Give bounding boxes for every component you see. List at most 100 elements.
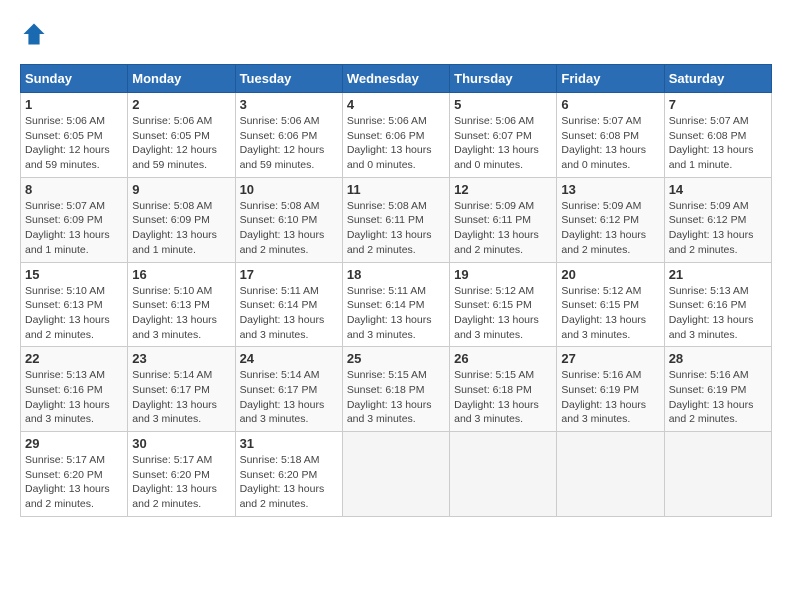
day-info: Sunrise: 5:09 AMSunset: 6:12 PMDaylight:… [669, 199, 767, 258]
table-row: 15 Sunrise: 5:10 AMSunset: 6:13 PMDaylig… [21, 262, 128, 347]
logo-icon [20, 20, 48, 48]
table-row: 19 Sunrise: 5:12 AMSunset: 6:15 PMDaylig… [450, 262, 557, 347]
table-row: 3 Sunrise: 5:06 AMSunset: 6:06 PMDayligh… [235, 93, 342, 178]
day-info: Sunrise: 5:06 AMSunset: 6:06 PMDaylight:… [347, 114, 445, 173]
day-info: Sunrise: 5:17 AMSunset: 6:20 PMDaylight:… [25, 453, 123, 512]
day-number: 12 [454, 182, 552, 197]
day-number: 26 [454, 351, 552, 366]
day-number: 7 [669, 97, 767, 112]
table-row: 16 Sunrise: 5:10 AMSunset: 6:13 PMDaylig… [128, 262, 235, 347]
day-info: Sunrise: 5:11 AMSunset: 6:14 PMDaylight:… [347, 284, 445, 343]
table-row: 14 Sunrise: 5:09 AMSunset: 6:12 PMDaylig… [664, 177, 771, 262]
day-number: 4 [347, 97, 445, 112]
table-row [450, 432, 557, 517]
day-number: 18 [347, 267, 445, 282]
day-info: Sunrise: 5:16 AMSunset: 6:19 PMDaylight:… [561, 368, 659, 427]
table-row: 8 Sunrise: 5:07 AMSunset: 6:09 PMDayligh… [21, 177, 128, 262]
table-row: 4 Sunrise: 5:06 AMSunset: 6:06 PMDayligh… [342, 93, 449, 178]
day-number: 8 [25, 182, 123, 197]
calendar-row: 8 Sunrise: 5:07 AMSunset: 6:09 PMDayligh… [21, 177, 772, 262]
table-row: 6 Sunrise: 5:07 AMSunset: 6:08 PMDayligh… [557, 93, 664, 178]
day-number: 14 [669, 182, 767, 197]
day-number: 13 [561, 182, 659, 197]
col-wednesday: Wednesday [342, 65, 449, 93]
day-number: 15 [25, 267, 123, 282]
col-sunday: Sunday [21, 65, 128, 93]
day-info: Sunrise: 5:09 AMSunset: 6:11 PMDaylight:… [454, 199, 552, 258]
day-info: Sunrise: 5:17 AMSunset: 6:20 PMDaylight:… [132, 453, 230, 512]
calendar-row: 22 Sunrise: 5:13 AMSunset: 6:16 PMDaylig… [21, 347, 772, 432]
day-info: Sunrise: 5:13 AMSunset: 6:16 PMDaylight:… [669, 284, 767, 343]
table-row: 20 Sunrise: 5:12 AMSunset: 6:15 PMDaylig… [557, 262, 664, 347]
day-info: Sunrise: 5:11 AMSunset: 6:14 PMDaylight:… [240, 284, 338, 343]
table-row: 12 Sunrise: 5:09 AMSunset: 6:11 PMDaylig… [450, 177, 557, 262]
col-tuesday: Tuesday [235, 65, 342, 93]
day-number: 29 [25, 436, 123, 451]
day-info: Sunrise: 5:08 AMSunset: 6:10 PMDaylight:… [240, 199, 338, 258]
day-number: 6 [561, 97, 659, 112]
table-row: 5 Sunrise: 5:06 AMSunset: 6:07 PMDayligh… [450, 93, 557, 178]
day-info: Sunrise: 5:06 AMSunset: 6:05 PMDaylight:… [25, 114, 123, 173]
table-row [664, 432, 771, 517]
day-info: Sunrise: 5:10 AMSunset: 6:13 PMDaylight:… [25, 284, 123, 343]
table-row: 23 Sunrise: 5:14 AMSunset: 6:17 PMDaylig… [128, 347, 235, 432]
table-row: 25 Sunrise: 5:15 AMSunset: 6:18 PMDaylig… [342, 347, 449, 432]
table-row: 29 Sunrise: 5:17 AMSunset: 6:20 PMDaylig… [21, 432, 128, 517]
calendar-header-row: Sunday Monday Tuesday Wednesday Thursday… [21, 65, 772, 93]
day-number: 28 [669, 351, 767, 366]
day-number: 3 [240, 97, 338, 112]
table-row: 9 Sunrise: 5:08 AMSunset: 6:09 PMDayligh… [128, 177, 235, 262]
day-number: 21 [669, 267, 767, 282]
col-friday: Friday [557, 65, 664, 93]
day-number: 27 [561, 351, 659, 366]
day-info: Sunrise: 5:18 AMSunset: 6:20 PMDaylight:… [240, 453, 338, 512]
day-number: 1 [25, 97, 123, 112]
day-number: 31 [240, 436, 338, 451]
table-row: 17 Sunrise: 5:11 AMSunset: 6:14 PMDaylig… [235, 262, 342, 347]
day-number: 16 [132, 267, 230, 282]
table-row: 10 Sunrise: 5:08 AMSunset: 6:10 PMDaylig… [235, 177, 342, 262]
logo [20, 20, 52, 48]
day-number: 25 [347, 351, 445, 366]
day-number: 17 [240, 267, 338, 282]
header [20, 20, 772, 48]
day-info: Sunrise: 5:07 AMSunset: 6:08 PMDaylight:… [669, 114, 767, 173]
col-thursday: Thursday [450, 65, 557, 93]
table-row: 31 Sunrise: 5:18 AMSunset: 6:20 PMDaylig… [235, 432, 342, 517]
table-row: 26 Sunrise: 5:15 AMSunset: 6:18 PMDaylig… [450, 347, 557, 432]
day-number: 24 [240, 351, 338, 366]
day-info: Sunrise: 5:07 AMSunset: 6:08 PMDaylight:… [561, 114, 659, 173]
day-number: 20 [561, 267, 659, 282]
day-number: 10 [240, 182, 338, 197]
day-number: 5 [454, 97, 552, 112]
day-number: 30 [132, 436, 230, 451]
day-info: Sunrise: 5:12 AMSunset: 6:15 PMDaylight:… [454, 284, 552, 343]
day-info: Sunrise: 5:08 AMSunset: 6:09 PMDaylight:… [132, 199, 230, 258]
calendar-row: 29 Sunrise: 5:17 AMSunset: 6:20 PMDaylig… [21, 432, 772, 517]
calendar-row: 1 Sunrise: 5:06 AMSunset: 6:05 PMDayligh… [21, 93, 772, 178]
col-monday: Monday [128, 65, 235, 93]
day-number: 22 [25, 351, 123, 366]
day-info: Sunrise: 5:12 AMSunset: 6:15 PMDaylight:… [561, 284, 659, 343]
day-number: 9 [132, 182, 230, 197]
day-number: 23 [132, 351, 230, 366]
table-row: 1 Sunrise: 5:06 AMSunset: 6:05 PMDayligh… [21, 93, 128, 178]
day-info: Sunrise: 5:14 AMSunset: 6:17 PMDaylight:… [132, 368, 230, 427]
day-info: Sunrise: 5:09 AMSunset: 6:12 PMDaylight:… [561, 199, 659, 258]
day-info: Sunrise: 5:07 AMSunset: 6:09 PMDaylight:… [25, 199, 123, 258]
day-info: Sunrise: 5:06 AMSunset: 6:05 PMDaylight:… [132, 114, 230, 173]
day-info: Sunrise: 5:15 AMSunset: 6:18 PMDaylight:… [454, 368, 552, 427]
table-row: 27 Sunrise: 5:16 AMSunset: 6:19 PMDaylig… [557, 347, 664, 432]
day-info: Sunrise: 5:06 AMSunset: 6:06 PMDaylight:… [240, 114, 338, 173]
table-row [342, 432, 449, 517]
day-number: 2 [132, 97, 230, 112]
table-row: 13 Sunrise: 5:09 AMSunset: 6:12 PMDaylig… [557, 177, 664, 262]
day-info: Sunrise: 5:16 AMSunset: 6:19 PMDaylight:… [669, 368, 767, 427]
table-row: 28 Sunrise: 5:16 AMSunset: 6:19 PMDaylig… [664, 347, 771, 432]
calendar: Sunday Monday Tuesday Wednesday Thursday… [20, 64, 772, 517]
table-row: 18 Sunrise: 5:11 AMSunset: 6:14 PMDaylig… [342, 262, 449, 347]
day-info: Sunrise: 5:13 AMSunset: 6:16 PMDaylight:… [25, 368, 123, 427]
calendar-row: 15 Sunrise: 5:10 AMSunset: 6:13 PMDaylig… [21, 262, 772, 347]
table-row: 21 Sunrise: 5:13 AMSunset: 6:16 PMDaylig… [664, 262, 771, 347]
day-info: Sunrise: 5:08 AMSunset: 6:11 PMDaylight:… [347, 199, 445, 258]
